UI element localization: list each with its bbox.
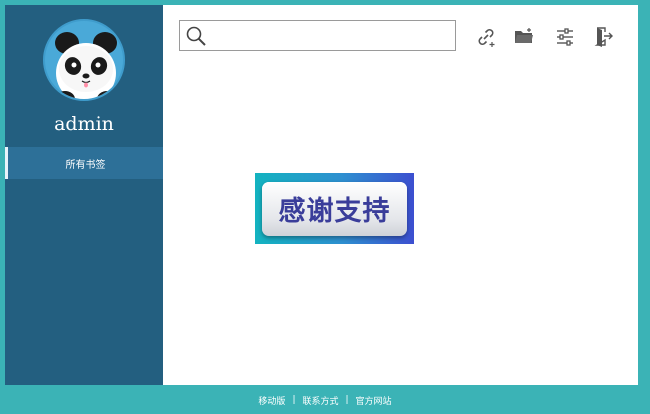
search-icon xyxy=(186,26,206,46)
sidebar: admin 所有书签 xyxy=(5,5,163,385)
app-window: admin 所有书签 感谢支持 xyxy=(5,5,638,385)
settings-button[interactable] xyxy=(553,25,577,49)
search-input[interactable] xyxy=(207,21,455,50)
username: admin xyxy=(54,113,114,135)
panda-avatar[interactable] xyxy=(43,19,125,101)
panda-icon xyxy=(55,32,117,99)
sidebar-item-label: 所有书签 xyxy=(65,159,106,171)
search-box[interactable] xyxy=(179,20,456,51)
logout-button[interactable] xyxy=(592,25,616,49)
add-folder-icon xyxy=(515,28,533,43)
logout-icon xyxy=(594,27,613,47)
add-link-button[interactable] xyxy=(474,25,498,49)
footer-link-official-site[interactable]: 官方网站 xyxy=(356,394,392,407)
add-folder-button[interactable] xyxy=(512,25,536,49)
thanks-support-label: 感谢支持 xyxy=(278,196,391,227)
settings-sliders-icon xyxy=(557,28,573,46)
footer-separator: | xyxy=(292,395,296,405)
footer-separator: | xyxy=(345,395,349,405)
footer: 移动版 | 联系方式 | 官方网站 xyxy=(0,389,650,411)
thanks-support-button[interactable]: 感谢支持 xyxy=(262,181,407,236)
thanks-support-banner[interactable]: 感谢支持 xyxy=(255,173,414,244)
add-link-icon xyxy=(478,29,495,47)
main-content: 感谢支持 xyxy=(163,5,638,385)
sidebar-item-all-bookmarks[interactable]: 所有书签 xyxy=(5,147,163,179)
footer-link-mobile[interactable]: 移动版 xyxy=(258,394,285,407)
footer-link-contact[interactable]: 联系方式 xyxy=(302,394,338,407)
